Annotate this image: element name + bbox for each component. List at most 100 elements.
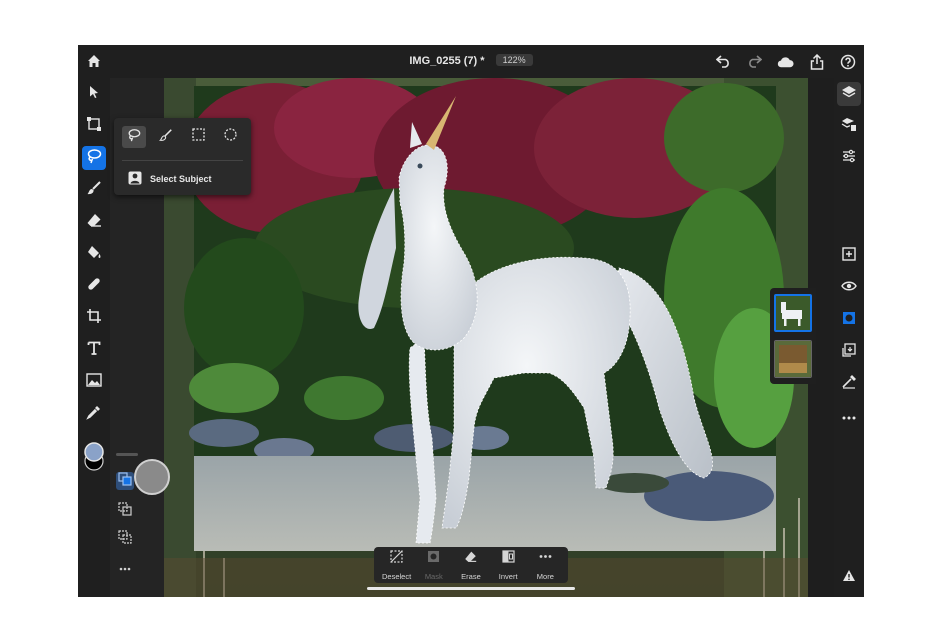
clip-layer-button[interactable] — [837, 372, 861, 396]
top-right-actions — [715, 53, 856, 70]
selection-task-bar: Deselect Mask Erase Invert More — [374, 547, 568, 583]
help-icon[interactable] — [839, 53, 856, 70]
canvas-area[interactable] — [164, 78, 808, 597]
selection-new-mode-button[interactable] — [116, 471, 134, 491]
place-image-tool[interactable] — [82, 370, 106, 394]
select-tool[interactable] — [82, 82, 106, 106]
adjustments-icon — [841, 148, 857, 169]
transform-tool[interactable] — [82, 114, 106, 138]
invert-icon — [502, 549, 515, 568]
more-icon — [119, 558, 131, 576]
bucket-icon — [86, 244, 102, 265]
crop-icon — [86, 308, 102, 329]
undo-icon[interactable] — [715, 53, 732, 70]
mask-label: Mask — [424, 571, 443, 581]
clip-icon — [841, 374, 857, 395]
more-button[interactable]: More — [527, 550, 563, 581]
rectangle-select-icon — [191, 128, 205, 146]
more-icon — [539, 550, 552, 568]
add-layer-button[interactable] — [837, 244, 861, 268]
deselect-icon — [390, 549, 403, 568]
adjustments-button[interactable] — [837, 146, 861, 170]
add-layer-icon — [841, 246, 857, 267]
brush-select-option[interactable] — [154, 126, 178, 148]
cloud-icon[interactable] — [777, 53, 794, 70]
brush-icon — [86, 180, 102, 201]
person-icon — [128, 171, 142, 187]
arrange-button[interactable] — [837, 340, 861, 364]
arrange-icon — [841, 342, 857, 363]
brush-size-slider-track[interactable] — [116, 453, 138, 456]
more-layer-options-button[interactable] — [837, 404, 861, 428]
layers-button[interactable] — [837, 82, 861, 106]
rect-select-option[interactable] — [186, 126, 210, 148]
mask-button[interactable] — [837, 308, 861, 332]
eraser-tool[interactable] — [82, 210, 106, 234]
popup-divider — [122, 160, 243, 161]
more-label: More — [536, 571, 554, 581]
selection-add-mode-button[interactable] — [116, 501, 134, 521]
healing-tool[interactable] — [82, 274, 106, 298]
selection-subtract-mode-button[interactable] — [116, 529, 134, 549]
brush-select-icon — [158, 128, 173, 147]
eyedropper-icon — [86, 404, 102, 425]
mask-icon — [841, 310, 857, 331]
ellipse-select-icon — [223, 128, 237, 146]
document-canvas[interactable] — [164, 78, 808, 597]
layer-properties-button[interactable] — [837, 114, 861, 138]
right-toolbar — [834, 78, 864, 597]
arrow-icon — [88, 85, 100, 104]
selection-tools-popup: Select Subject — [114, 118, 251, 195]
selection-subtract-icon — [118, 529, 132, 549]
layer-thumbnail-unicorn[interactable] — [774, 294, 812, 332]
image-icon — [86, 372, 102, 392]
lasso-select-option[interactable] — [122, 126, 146, 148]
erase-label: Erase — [461, 571, 481, 581]
brush-size-preview[interactable] — [134, 459, 170, 495]
lasso-icon — [86, 148, 102, 169]
document-title[interactable]: IMG_0255 (7) * — [409, 55, 484, 67]
mask-icon — [427, 550, 440, 568]
left-toolbar — [78, 78, 110, 597]
warning-icon — [842, 569, 856, 587]
fill-tool[interactable] — [82, 242, 106, 266]
share-icon[interactable] — [808, 53, 825, 70]
warning-button[interactable] — [837, 566, 861, 590]
deselect-label: Deselect — [382, 571, 412, 581]
lasso-tool[interactable] — [82, 146, 106, 170]
selection-new-icon — [118, 471, 132, 491]
invert-label: Invert — [498, 571, 518, 581]
layer-thumbnail-background[interactable] — [774, 340, 812, 378]
redo-icon[interactable] — [746, 53, 763, 70]
layer-properties-icon — [841, 116, 857, 137]
foreground-color-swatch — [84, 442, 104, 462]
type-tool[interactable] — [82, 338, 106, 362]
invert-button[interactable]: Invert — [490, 549, 526, 581]
zoom-level[interactable]: 122% — [495, 54, 533, 66]
selection-more-button[interactable] — [116, 558, 134, 576]
brush-tool[interactable] — [82, 178, 106, 202]
eyedropper-tool[interactable] — [82, 402, 106, 426]
top-bar: IMG_0255 (7) * 122% — [78, 45, 864, 78]
selection-add-icon — [118, 501, 132, 521]
transform-icon — [86, 116, 102, 137]
visibility-icon — [841, 279, 857, 297]
layers-thumbnail-strip — [770, 288, 816, 384]
lasso-icon — [127, 128, 141, 147]
eraser-icon — [86, 212, 102, 233]
mask-button[interactable]: Mask — [416, 550, 452, 581]
document-image — [184, 78, 794, 551]
deselect-button[interactable]: Deselect — [379, 549, 415, 581]
visibility-button[interactable] — [837, 276, 861, 300]
select-subject-button[interactable]: Select Subject — [128, 171, 212, 187]
eraser-icon — [464, 550, 477, 568]
type-icon — [87, 341, 101, 360]
home-indicator[interactable] — [367, 587, 575, 590]
select-subject-label: Select Subject — [150, 174, 212, 184]
erase-button[interactable]: Erase — [453, 550, 489, 581]
color-swatches[interactable] — [82, 440, 106, 474]
layers-icon — [841, 84, 857, 105]
ellipse-select-option[interactable] — [218, 126, 242, 148]
bandage-icon — [86, 276, 102, 297]
crop-tool[interactable] — [82, 306, 106, 330]
